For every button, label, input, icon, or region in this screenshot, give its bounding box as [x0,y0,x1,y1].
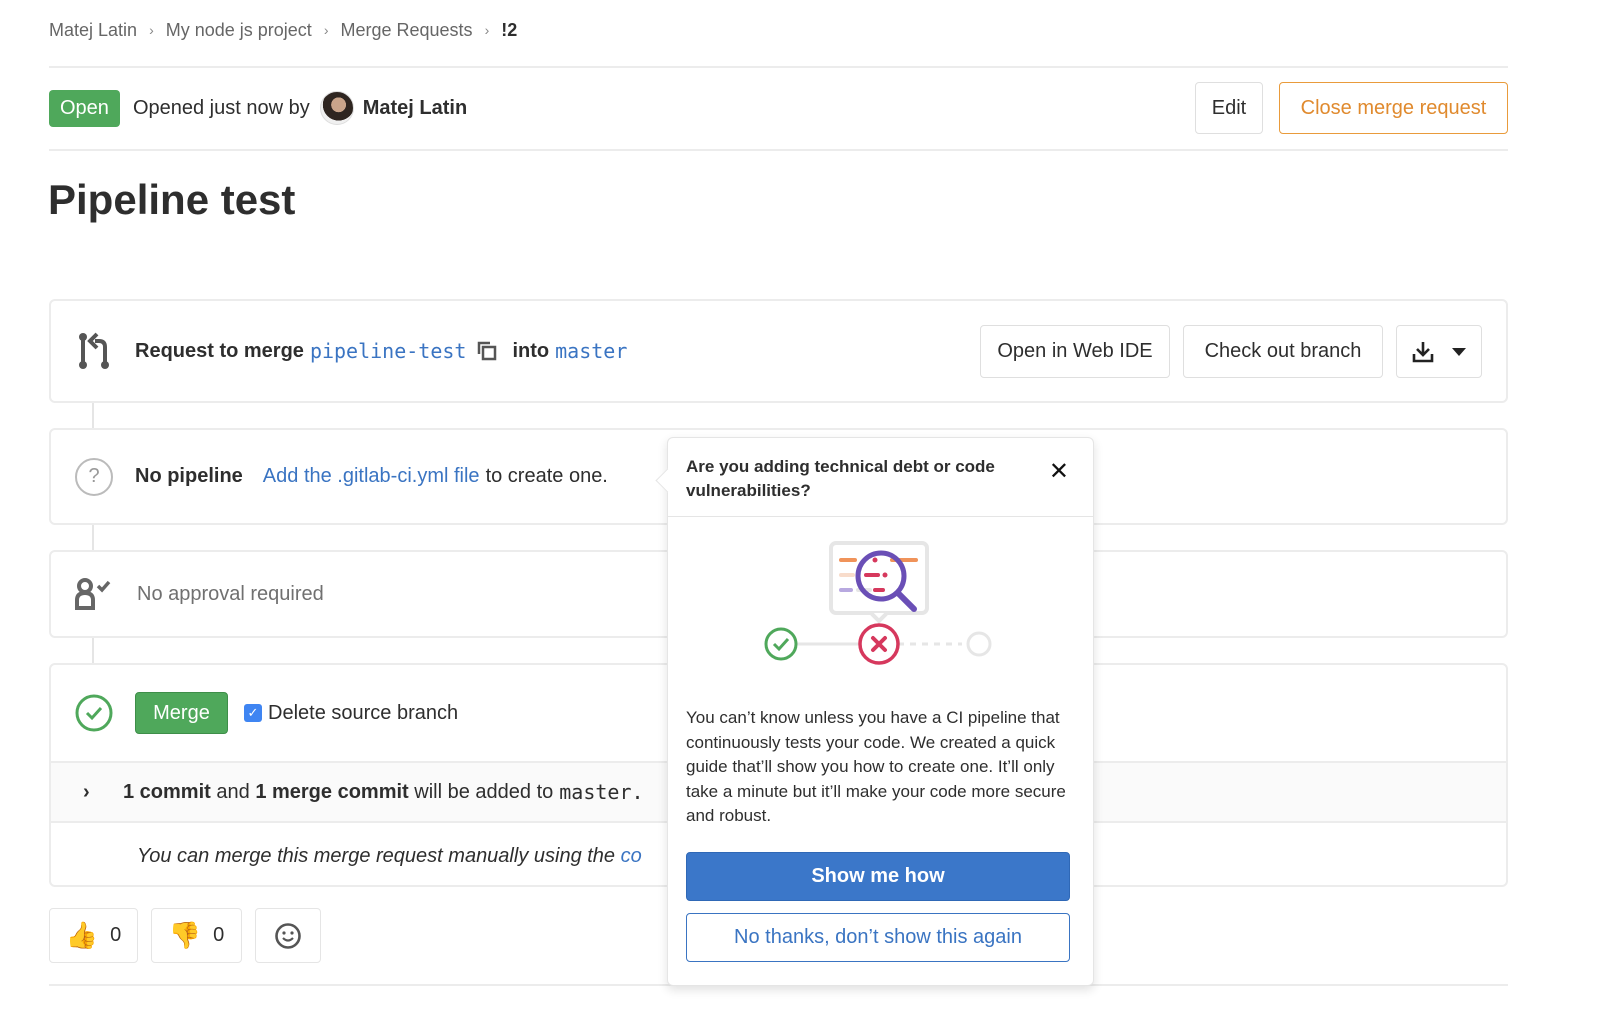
command-line-link[interactable]: co [621,845,642,867]
popover-body: You can’t know unless you have a CI pipe… [686,708,1066,825]
pipeline-suffix: to create one. [485,465,608,487]
open-web-ide-button[interactable]: Open in Web IDE [980,325,1170,378]
smiley-icon [275,922,301,949]
manual-merge-hint: You can merge this merge request manuall… [137,845,642,868]
breadcrumb: Matej Latin › My node js project › Merge… [49,18,517,42]
thumbs-up-icon: 👍 [65,920,99,950]
merge-commit-count: 1 merge commit [255,780,409,803]
dismiss-popover-button[interactable]: No thanks, don’t show this again [686,913,1070,962]
source-branch-link[interactable]: pipeline-test [310,339,467,363]
question-icon: ? [75,457,113,496]
mr-header: Open Opened just now by Matej Latin Edit… [49,82,1508,134]
target-branch-name: master. [559,780,644,804]
delete-source-branch-checkbox[interactable]: ✓ [244,704,262,722]
show-me-how-button[interactable]: Show me how [686,852,1070,901]
breadcrumb-current[interactable]: !2 [501,20,517,41]
breadcrumb-item-merge-requests[interactable]: Merge Requests [340,20,472,41]
thumbs-down-icon: 👎 [168,920,202,950]
thumbs-down-count: 0 [213,924,225,946]
edit-button[interactable]: Edit [1195,82,1263,134]
thumbs-up-button[interactable]: 👍 0 [49,908,138,963]
chevron-right-icon: › [323,22,329,38]
add-gitlab-ci-link[interactable]: Add the .gitlab-ci.yml file [263,465,480,488]
into-label: into [512,339,550,362]
divider [49,66,1508,68]
delete-source-branch-label[interactable]: Delete source branch [268,702,458,725]
request-to-merge-label: Request to merge [135,339,304,362]
added-to-label: will be added to [414,780,554,803]
chevron-right-icon: › [149,22,154,38]
divider [49,149,1508,151]
pipeline-illustration [764,541,992,665]
chevron-right-icon: › [484,22,490,38]
award-emoji-bar: 👍 0 👎 0 [49,908,321,963]
thumbs-down-button[interactable]: 👎 0 [151,908,242,963]
breadcrumb-item-project[interactable]: My node js project [166,20,312,41]
download-dropdown-button[interactable] [1396,325,1482,378]
timeline-connector [92,525,94,550]
and-label: and [216,780,250,803]
popover-title: Are you adding technical debt or code vu… [686,457,995,500]
status-badge: Open [49,89,120,127]
opened-text: Opened just now by [132,96,310,119]
download-icon [1412,341,1434,362]
approval-user-check-icon [75,578,111,610]
suggest-pipeline-popover: Are you adding technical debt or code vu… [667,437,1094,986]
approval-text: No approval required [137,582,324,605]
page-title: Pipeline test [48,176,296,223]
status-success-icon [75,694,113,732]
timeline-connector [92,403,94,428]
close-icon[interactable]: ✕ [1049,460,1069,484]
chevron-right-icon[interactable]: › [83,781,123,804]
pipeline-status: No pipeline [135,465,243,487]
copy-icon[interactable] [476,340,498,362]
merge-request-icon [79,332,109,369]
target-branch-link[interactable]: master [555,339,627,363]
timeline-connector [92,638,94,663]
avatar[interactable] [319,91,354,125]
merge-branch-card: Request to merge pipeline-test into mast… [49,299,1508,403]
author-name[interactable]: Matej Latin [363,97,467,120]
thumbs-up-count: 0 [110,924,122,946]
breadcrumb-item-user[interactable]: Matej Latin [49,20,137,41]
add-reaction-button[interactable] [255,908,321,963]
check-out-branch-button[interactable]: Check out branch [1183,325,1383,378]
caret-down-icon [1452,347,1466,356]
merge-button[interactable]: Merge [135,692,228,734]
close-merge-request-button[interactable]: Close merge request [1279,82,1508,134]
commit-count: 1 commit [123,780,211,803]
manual-merge-text: You can merge this merge request manuall… [137,845,616,867]
